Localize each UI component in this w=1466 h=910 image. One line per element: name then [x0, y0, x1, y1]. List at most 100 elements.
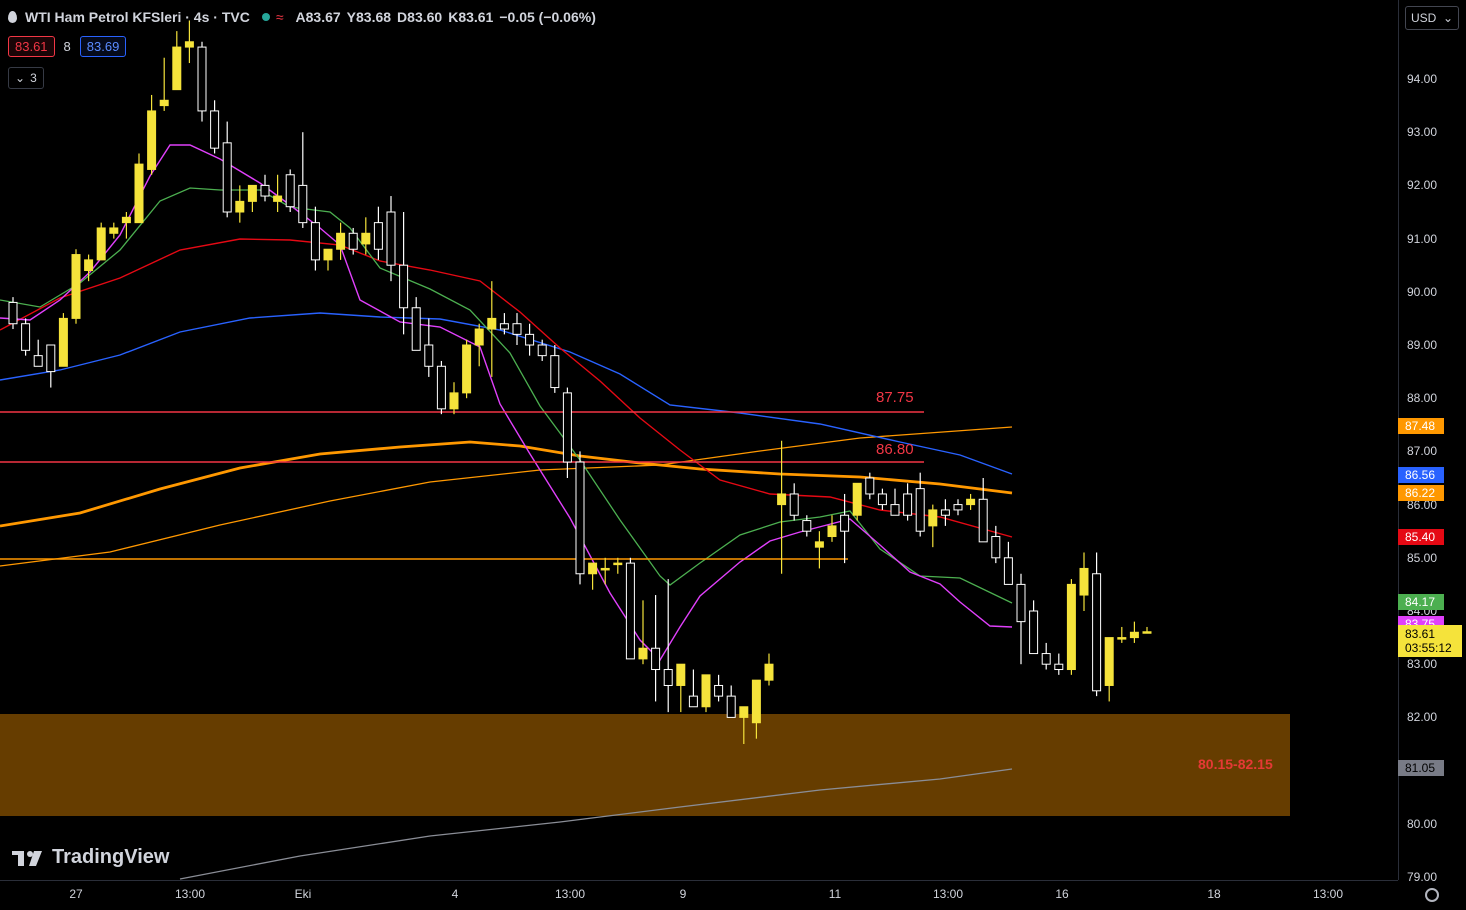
candle-body[interactable]	[235, 200, 245, 213]
candle-body[interactable]	[184, 41, 194, 48]
candle-body[interactable]	[336, 232, 346, 250]
candle-body[interactable]	[789, 493, 799, 516]
candle-body[interactable]	[1117, 637, 1127, 640]
candle-body[interactable]	[865, 477, 875, 495]
candle-body[interactable]	[751, 679, 761, 724]
candle-body[interactable]	[777, 493, 787, 506]
candle-body[interactable]	[764, 663, 774, 681]
ema-green-line[interactable]	[0, 187, 1013, 604]
candle-body[interactable]	[46, 344, 56, 373]
bid-button[interactable]: 83.61	[8, 36, 55, 57]
candle-body[interactable]	[1003, 557, 1013, 585]
candle-body[interactable]	[1129, 631, 1139, 639]
candle-body[interactable]	[310, 222, 320, 261]
candle-body[interactable]	[159, 99, 169, 107]
candle-body[interactable]	[399, 264, 409, 309]
candle-body[interactable]	[386, 211, 396, 266]
candle-body[interactable]	[96, 227, 106, 261]
candle-body[interactable]	[109, 227, 119, 234]
chart-canvas[interactable]	[0, 0, 1398, 880]
candle-body[interactable]	[953, 504, 963, 511]
ema-blue-line[interactable]	[0, 312, 1013, 475]
candle-body[interactable]	[474, 328, 484, 346]
chart-pane[interactable]: WTI Ham Petrol KFSleri · 4s · TVC ≈ A83.…	[0, 0, 1398, 880]
candle-body[interactable]	[1092, 573, 1102, 692]
candle-body[interactable]	[1142, 631, 1152, 634]
candle-body[interactable]	[688, 695, 698, 708]
candle-body[interactable]	[525, 333, 535, 346]
candle-body[interactable]	[1079, 567, 1089, 596]
candle-body[interactable]	[840, 514, 850, 532]
candle-body[interactable]	[348, 232, 358, 250]
candle-body[interactable]	[285, 174, 295, 208]
candle-body[interactable]	[814, 541, 824, 548]
indicators-collapse-button[interactable]: ⌄ 3	[8, 67, 44, 89]
candle-body[interactable]	[588, 562, 598, 575]
candles-group[interactable]	[8, 20, 1152, 744]
candle-body[interactable]	[298, 184, 308, 224]
candle-body[interactable]	[260, 184, 270, 197]
candle-body[interactable]	[436, 365, 446, 410]
candle-body[interactable]	[726, 695, 736, 718]
candle-body[interactable]	[638, 647, 648, 660]
candle-body[interactable]	[550, 355, 560, 389]
candle-body[interactable]	[651, 647, 661, 671]
candle-body[interactable]	[600, 567, 610, 571]
candle-body[interactable]	[537, 344, 547, 357]
candle-body[interactable]	[33, 355, 43, 367]
candle-body[interactable]	[121, 216, 131, 224]
settings-gear-icon[interactable]	[1425, 888, 1439, 902]
candle-body[interactable]	[273, 195, 283, 202]
candle-body[interactable]	[575, 461, 585, 575]
candle-body[interactable]	[373, 222, 383, 250]
candle-body[interactable]	[134, 163, 144, 224]
candle-body[interactable]	[323, 248, 333, 261]
candle-body[interactable]	[663, 669, 673, 686]
candle-body[interactable]	[890, 504, 900, 516]
candle-body[interactable]	[714, 684, 724, 697]
candle-body[interactable]	[1066, 583, 1076, 671]
candle-body[interactable]	[71, 254, 81, 319]
candle-body[interactable]	[147, 110, 157, 170]
candle-body[interactable]	[978, 498, 988, 543]
currency-select[interactable]: USD ⌄	[1405, 6, 1459, 30]
candle-body[interactable]	[1104, 637, 1114, 686]
candle-body[interactable]	[1041, 653, 1051, 665]
tradingview-logo[interactable]: TradingView	[12, 846, 169, 869]
candle-body[interactable]	[940, 509, 950, 516]
ema-pink-line[interactable]	[0, 144, 1013, 662]
candle-body[interactable]	[84, 259, 94, 272]
candle-body[interactable]	[411, 307, 421, 351]
candle-body[interactable]	[58, 317, 68, 367]
candle-body[interactable]	[8, 301, 18, 325]
candle-body[interactable]	[222, 142, 232, 213]
candle-body[interactable]	[361, 232, 371, 245]
candle-body[interactable]	[449, 392, 459, 410]
candle-body[interactable]	[197, 46, 207, 112]
candle-body[interactable]	[562, 392, 572, 463]
candle-body[interactable]	[966, 498, 976, 506]
candle-body[interactable]	[928, 509, 938, 527]
symbol-legend[interactable]: WTI Ham Petrol KFSleri · 4s · TVC ≈ A83.…	[8, 6, 602, 28]
candle-body[interactable]	[915, 488, 925, 532]
candle-body[interactable]	[903, 493, 913, 516]
time-axis[interactable]: 27 13:00 Eki 4 13:00 9 11 13:00 16 18 13:00	[0, 880, 1398, 910]
candle-body[interactable]	[613, 562, 623, 566]
candle-body[interactable]	[172, 46, 182, 91]
candle-body[interactable]	[210, 110, 220, 149]
candle-body[interactable]	[247, 184, 257, 202]
candle-body[interactable]	[802, 520, 812, 532]
candle-body[interactable]	[877, 493, 887, 506]
symbol-title[interactable]: WTI Ham Petrol KFSleri · 4s · TVC	[25, 9, 250, 25]
candle-body[interactable]	[21, 323, 31, 351]
candle-body[interactable]	[424, 344, 434, 367]
price-axis[interactable]: USD ⌄ 94.00 93.00 92.00 91.00 90.00 89.00 88.0…	[1398, 0, 1466, 884]
candle-body[interactable]	[827, 525, 837, 538]
candle-body[interactable]	[625, 562, 635, 660]
candle-body[interactable]	[676, 663, 686, 686]
candle-body[interactable]	[462, 344, 472, 394]
candle-body[interactable]	[991, 536, 1001, 559]
candle-body[interactable]	[1016, 583, 1026, 623]
candle-body[interactable]	[1029, 610, 1039, 655]
candle-body[interactable]	[499, 323, 509, 330]
